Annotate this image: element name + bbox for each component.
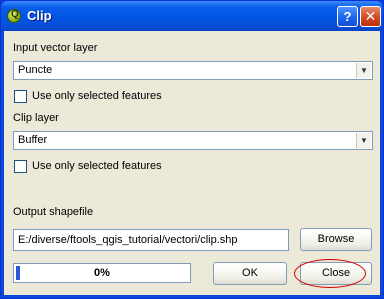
browse-button[interactable]: Browse	[300, 228, 372, 251]
progress-text: 0%	[94, 267, 110, 279]
output-path-input[interactable]: E:/diverse/ftools_qgis_tutorial/vectori/…	[13, 229, 289, 251]
close-icon: ✕	[364, 8, 377, 24]
help-icon: ?	[343, 9, 352, 24]
clip-layer-value: Buffer	[18, 134, 48, 146]
window-title: Clip	[27, 8, 52, 23]
input-layer-value: Puncte	[18, 64, 53, 76]
dropdown-arrow-icon[interactable]: ▼	[356, 63, 371, 78]
clip-use-selected-label[interactable]: Use only selected features	[32, 160, 162, 172]
clip-layer-label: Clip layer	[13, 112, 59, 124]
close-button[interactable]: Close	[294, 259, 372, 288]
clip-dialog: Q Clip ? ✕ Input vector layer Puncte ▼ U…	[0, 0, 384, 299]
red-highlight-ellipse	[294, 259, 366, 288]
window-close-button[interactable]: ✕	[360, 6, 381, 27]
qgis-app-icon: Q	[7, 9, 21, 23]
input-layer-combo[interactable]: Puncte ▼	[13, 61, 373, 80]
dropdown-arrow-icon[interactable]: ▼	[356, 133, 371, 148]
dialog-body: Input vector layer Puncte ▼ Use only sel…	[4, 31, 380, 295]
clip-layer-combo[interactable]: Buffer ▼	[13, 131, 373, 150]
input-layer-label: Input vector layer	[13, 42, 98, 54]
progress-bar: 0%	[13, 263, 191, 283]
input-use-selected-checkbox[interactable]	[14, 90, 27, 103]
input-use-selected-label[interactable]: Use only selected features	[32, 90, 162, 102]
output-shapefile-label: Output shapefile	[13, 206, 94, 218]
output-path-value: E:/diverse/ftools_qgis_tutorial/vectori/…	[18, 234, 238, 246]
clip-use-selected-checkbox[interactable]	[14, 160, 27, 173]
title-bar[interactable]: Q Clip ? ✕	[1, 1, 383, 31]
help-button[interactable]: ?	[337, 6, 358, 27]
ok-button[interactable]: OK	[213, 262, 287, 285]
